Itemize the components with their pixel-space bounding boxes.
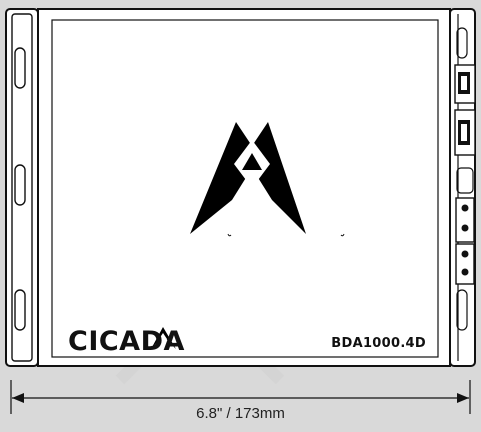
amplifier-drawing	[5, 8, 476, 414]
amplifier-body	[37, 8, 451, 367]
right-end-cap	[449, 8, 476, 367]
brand-label: CICADA	[68, 326, 185, 357]
left-end-cap	[5, 8, 39, 367]
dimension-label: 6.8" / 173mm	[196, 405, 285, 422]
model-label: BDA1000.4D	[331, 336, 426, 351]
